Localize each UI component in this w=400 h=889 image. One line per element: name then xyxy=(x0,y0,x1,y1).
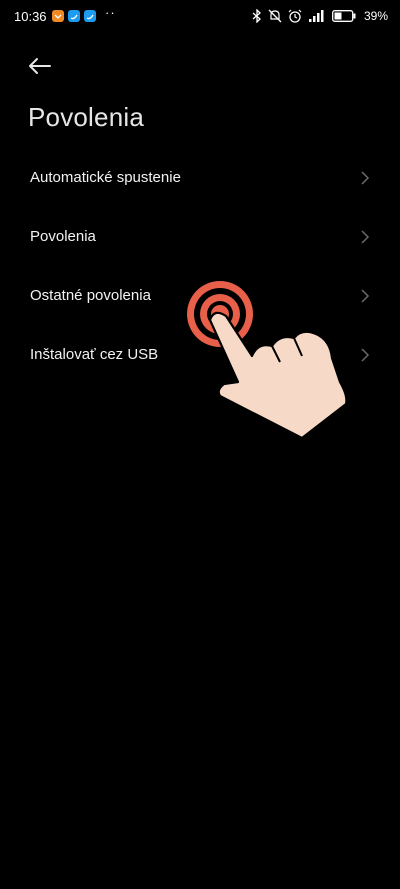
chevron-right-icon xyxy=(361,170,370,185)
screen: 10:36 ·· 39% Povolenia Automatické spust… xyxy=(0,0,400,889)
list-item-label: Ostatné povolenia xyxy=(30,287,151,304)
list-item-automatic-start[interactable]: Automatické spustenie xyxy=(0,148,400,207)
back-arrow-icon xyxy=(29,58,51,74)
alarm-icon xyxy=(288,9,302,23)
mail-notif-icon xyxy=(52,10,64,22)
list-item-label: Povolenia xyxy=(30,228,96,245)
page-title: Povolenia xyxy=(28,102,144,132)
twitter-icon xyxy=(84,10,96,22)
more-notifications-icon: ·· xyxy=(105,5,116,20)
mute-icon xyxy=(268,9,282,23)
chevron-right-icon xyxy=(361,347,370,362)
signal-icon xyxy=(308,10,324,22)
list-item-label: Inštalovať cez USB xyxy=(30,346,159,363)
list-item-label: Automatické spustenie xyxy=(30,169,181,186)
tap-hand-icon xyxy=(187,281,348,440)
status-time: 10:36 xyxy=(14,9,47,24)
twitter-icon xyxy=(68,10,80,22)
back-button[interactable] xyxy=(26,52,54,80)
chevron-right-icon xyxy=(361,229,370,244)
battery-icon xyxy=(332,10,356,22)
chevron-right-icon xyxy=(361,288,370,303)
status-icons: 39% xyxy=(252,7,388,25)
status-bar: 10:36 ·· 39% xyxy=(0,0,400,34)
list-item-permissions[interactable]: Povolenia xyxy=(0,207,400,266)
battery-percent: 39% xyxy=(363,9,388,23)
bluetooth-icon xyxy=(252,9,261,23)
